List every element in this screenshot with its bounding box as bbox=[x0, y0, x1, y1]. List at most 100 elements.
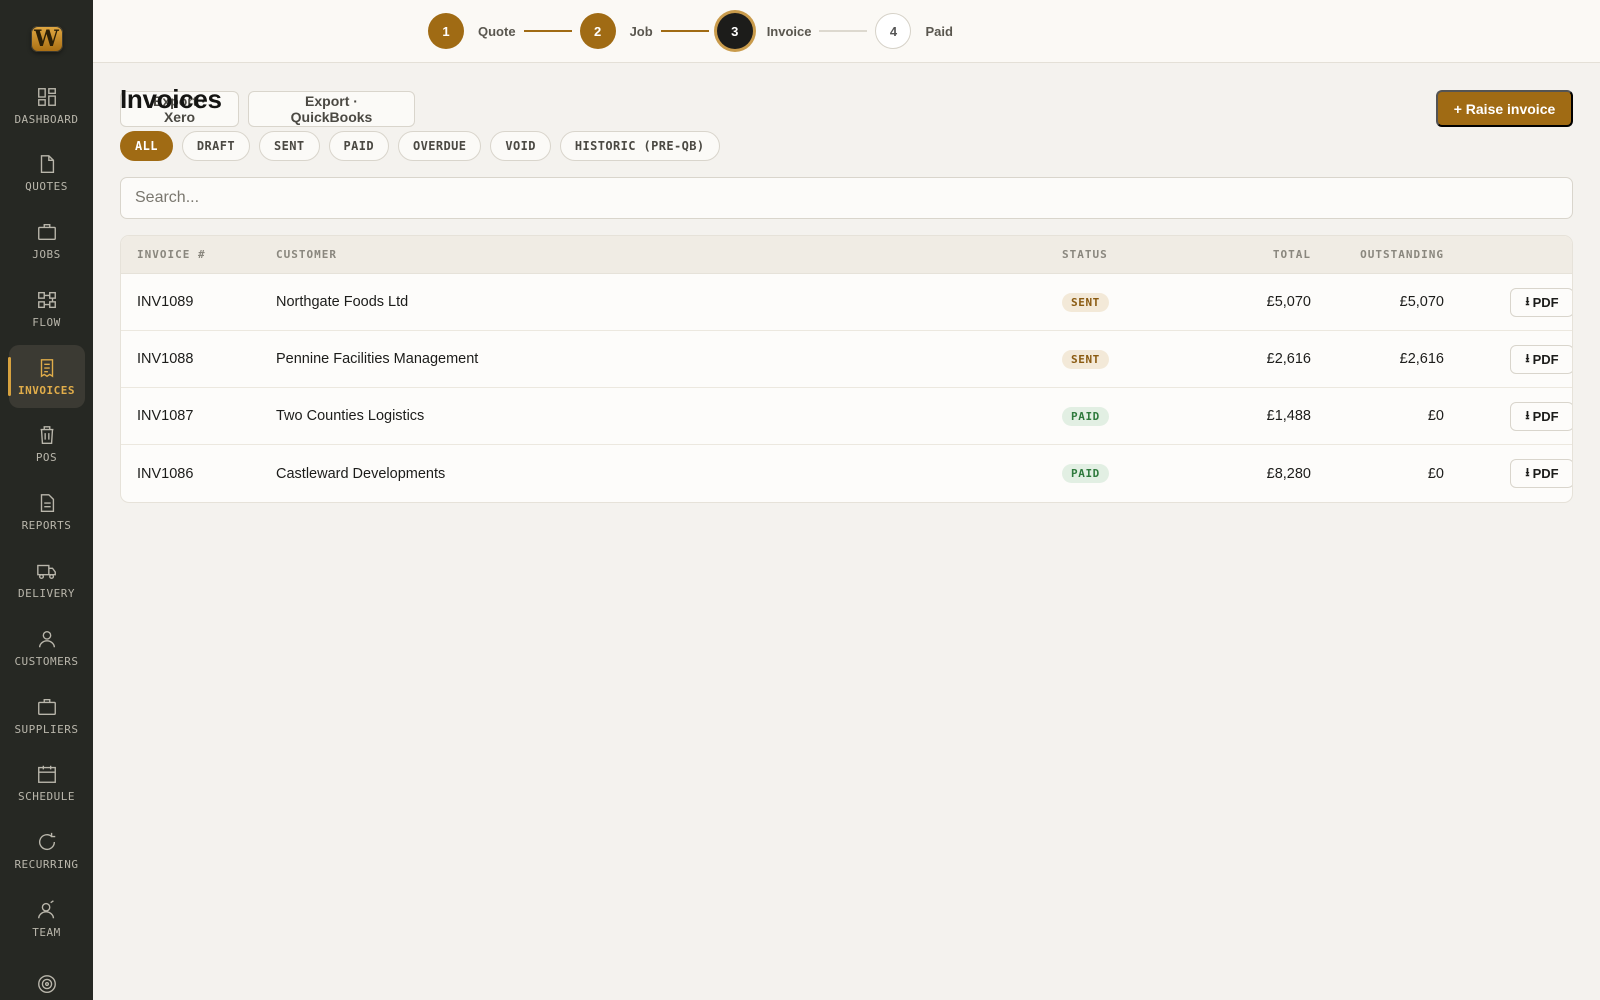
status-cell: SENT bbox=[1062, 292, 1222, 312]
table-row[interactable]: INV1087 Two Counties Logistics PAID £1,488 £… bbox=[121, 388, 1572, 445]
status-badge: PAID bbox=[1062, 464, 1109, 483]
download-icon: ⭳ bbox=[1525, 465, 1530, 479]
download-pdf-button[interactable]: ⭳ PDF bbox=[1510, 287, 1572, 317]
sidebar-item-invoices[interactable]: INVOICES bbox=[7, 345, 85, 409]
step-3-circle[interactable]: 3 bbox=[716, 13, 753, 49]
pdf-label: PDF bbox=[1532, 466, 1559, 481]
invoices-table: INVOICE # CUSTOMER STATUS TOTAL OUTSTAND… bbox=[120, 235, 1573, 503]
download-pdf-button[interactable]: ⭳ PDF bbox=[1510, 459, 1572, 488]
sidebar-item-jobs[interactable]: JOBS bbox=[9, 210, 85, 273]
pdf-cell: ⭳ PDF bbox=[1444, 401, 1572, 431]
invoice-number[interactable]: INV1089 bbox=[121, 294, 276, 310]
invoice-number[interactable]: INV1087 bbox=[121, 408, 276, 424]
customer-name: Two Counties Logistics bbox=[276, 408, 425, 424]
filter-chip-paid[interactable]: PAID bbox=[328, 131, 389, 161]
sidebar-item-dashboard[interactable]: DASHBOARD bbox=[9, 74, 85, 137]
pdf-cell: ⭳ PDF bbox=[1444, 287, 1572, 317]
sidebar-item-reports[interactable]: REPORTS bbox=[9, 481, 85, 544]
sidebar: W DASHBOARD QUOTES JOBS FLOW INVOICES POS REPO… bbox=[0, 0, 93, 1000]
sidebar-item-label: INVOICES bbox=[18, 383, 75, 397]
raise-invoice-button[interactable]: + Raise invoice bbox=[1436, 90, 1573, 127]
download-icon: ⭳ bbox=[1525, 407, 1530, 422]
customer-name: Pennine Facilities Management bbox=[276, 351, 479, 367]
pdf-label: PDF bbox=[1532, 294, 1559, 310]
download-pdf-button[interactable]: ⭳ PDF bbox=[1510, 401, 1572, 431]
invoice-total: £2,616 bbox=[1266, 351, 1311, 367]
customer-name: Castleward Developments bbox=[276, 465, 446, 482]
invoice-number[interactable]: INV1086 bbox=[121, 466, 276, 482]
sidebar-item-recurring[interactable]: RECURRING bbox=[9, 820, 85, 883]
step-1-label: Quote bbox=[478, 23, 516, 39]
sidebar-item-pos[interactable]: POS bbox=[9, 413, 85, 476]
step-3-label: Invoice bbox=[766, 23, 812, 39]
sidebar-item-label: REPORTS bbox=[21, 519, 72, 533]
pdf-label: PDF bbox=[1532, 351, 1559, 367]
sidebar-item-label: TEAM bbox=[32, 926, 61, 940]
status-cell: PAID bbox=[1062, 406, 1222, 426]
calendar-icon bbox=[36, 763, 58, 785]
step-connector bbox=[660, 30, 709, 32]
sidebar-item-label: JOBS bbox=[32, 248, 61, 262]
pdf-cell: ⭳ PDF bbox=[1444, 459, 1572, 488]
invoice-number[interactable]: INV1088 bbox=[121, 351, 276, 367]
search-input[interactable] bbox=[120, 177, 1573, 219]
filter-chip-draft[interactable]: DRAFT bbox=[181, 131, 250, 161]
filter-chip-overdue[interactable]: OVERDUE bbox=[398, 131, 482, 161]
bin-icon bbox=[36, 424, 58, 446]
step-2-circle[interactable]: 2 bbox=[579, 13, 616, 49]
sidebar-item-target[interactable] bbox=[9, 955, 85, 1000]
step-2-label: Job bbox=[629, 23, 653, 39]
status-cell: SENT bbox=[1062, 349, 1222, 369]
flow-icon bbox=[36, 289, 58, 311]
column-header-customer[interactable]: CUSTOMER bbox=[276, 248, 1062, 261]
step-connector bbox=[819, 30, 868, 32]
sidebar-item-label: CUSTOMERS bbox=[14, 654, 79, 668]
sidebar-item-customers[interactable]: CUSTOMERS bbox=[9, 616, 85, 679]
app-logo[interactable]: W bbox=[30, 26, 63, 52]
download-pdf-button[interactable]: ⭳ PDF bbox=[1510, 344, 1572, 374]
invoice-total: £1,488 bbox=[1266, 408, 1311, 424]
sidebar-item-label: FLOW bbox=[32, 315, 61, 329]
sidebar-item-label: QUOTES bbox=[25, 180, 68, 194]
status-filter-chips: ALL DRAFT SENT PAID OVERDUE VOID HISTORIC (PRE… bbox=[120, 131, 720, 161]
invoice-total: £8,280 bbox=[1266, 465, 1311, 482]
step-1-circle[interactable]: 1 bbox=[428, 13, 464, 49]
table-row[interactable]: INV1088 Pennine Facilities Management SENT… bbox=[121, 331, 1572, 388]
column-header-status[interactable]: STATUS bbox=[1062, 248, 1222, 261]
filter-chip-void[interactable]: VOID bbox=[490, 131, 551, 161]
truck-icon bbox=[36, 560, 58, 582]
sidebar-item-suppliers[interactable]: SUPPLIERS bbox=[9, 684, 85, 747]
column-header-outstanding[interactable]: OUTSTANDING bbox=[1311, 248, 1444, 261]
filter-chip-sent[interactable]: SENT bbox=[259, 131, 320, 161]
filter-chip-historic-pre-qb[interactable]: HISTORIC (PRE-QB) bbox=[559, 131, 720, 161]
step-4-circle[interactable]: 4 bbox=[875, 13, 912, 49]
sidebar-item-flow[interactable]: FLOW bbox=[9, 277, 85, 340]
document-icon bbox=[36, 153, 58, 175]
filter-chip-all[interactable]: ALL bbox=[120, 131, 173, 161]
page-title: Invoices bbox=[120, 84, 222, 114]
export-quickbooks-button[interactable]: Export · QuickBooks bbox=[248, 91, 415, 127]
person-icon bbox=[36, 628, 58, 650]
sidebar-item-label: SCHEDULE bbox=[18, 790, 75, 804]
sidebar-item-label: DASHBOARD bbox=[14, 112, 79, 126]
briefcase-icon bbox=[36, 696, 58, 718]
column-header-total[interactable]: TOTAL bbox=[1222, 248, 1311, 261]
refresh-icon bbox=[36, 831, 58, 853]
pdf-cell: ⭳ PDF bbox=[1444, 344, 1572, 374]
invoice-outstanding: £5,070 bbox=[1399, 294, 1444, 310]
page-header: Export · Xero Export · QuickBooks Invoic… bbox=[120, 63, 1573, 129]
column-header-invoice[interactable]: INVOICE # bbox=[121, 248, 276, 261]
sidebar-item-team[interactable]: TEAM bbox=[9, 888, 85, 951]
target-icon bbox=[36, 973, 58, 995]
sidebar-item-quotes[interactable]: QUOTES bbox=[9, 142, 85, 205]
status-badge: SENT bbox=[1062, 292, 1109, 312]
sidebar-item-delivery[interactable]: DELIVERY bbox=[9, 549, 85, 612]
sidebar-nav: DASHBOARD QUOTES JOBS FLOW INVOICES POS REPORT… bbox=[7, 74, 85, 1000]
step-connector bbox=[523, 30, 572, 32]
table-row[interactable]: INV1089 Northgate Foods Ltd SENT £5,070 £5,0… bbox=[121, 274, 1572, 331]
table-row[interactable]: INV1086 Castleward Developments PAID £8,280… bbox=[121, 445, 1572, 502]
step-4-label: Paid bbox=[925, 23, 953, 39]
workflow-stepper: 1 Quote 2 Job 3 Invoice 4 Paid bbox=[428, 13, 953, 49]
pdf-label: PDF bbox=[1532, 408, 1559, 424]
sidebar-item-schedule[interactable]: SCHEDULE bbox=[9, 752, 85, 815]
